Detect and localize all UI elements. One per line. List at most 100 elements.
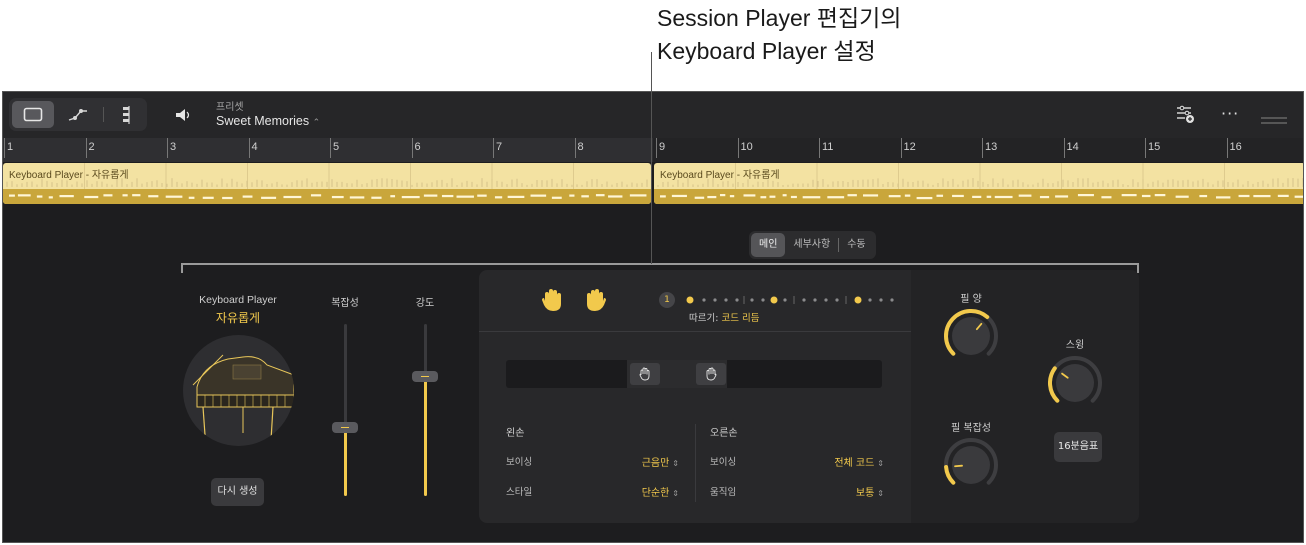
tab-manual[interactable]: 수동 [839, 233, 873, 257]
ruler-bar-number: 5 [333, 141, 340, 153]
left-voicing-label: 보이싱 [506, 457, 533, 468]
complexity-slider-fill [344, 427, 347, 496]
fill-swing-panel: 필 양 스윙 16분음표 필 복잡성 [911, 270, 1139, 523]
right-hand-toggle[interactable] [585, 287, 607, 317]
ruler-bar-tick [248, 138, 250, 158]
complexity-label: 복잡성 [331, 298, 359, 309]
hands-divider [695, 424, 696, 502]
chevron-updown-icon: ⇕ [672, 459, 679, 468]
pattern-steps[interactable] [684, 294, 899, 306]
ruler-bar-tick [819, 138, 820, 158]
swing-resolution-button[interactable]: 16분음표 [1054, 432, 1102, 462]
preset-name: Sweet Memories [216, 114, 310, 128]
ruler-bar-number: 9 [659, 141, 666, 153]
fill-amount-label: 필 양 [960, 294, 982, 305]
fill-complexity-label: 필 복잡성 [951, 423, 991, 434]
fill-complexity-knob[interactable] [942, 436, 1000, 494]
keyboard-split-bar[interactable] [506, 360, 882, 388]
callout-line-1: Session Player 편집기의 [657, 5, 902, 31]
tab-details[interactable]: 세부사항 [785, 233, 838, 257]
right-hand-split-handle[interactable] [696, 363, 726, 385]
callout-line-2: Keyboard Player 설정 [657, 38, 876, 64]
preset-selector[interactable]: Sweet Memories ⌃ [216, 114, 320, 128]
ruler-bar-number: 1 [7, 141, 14, 153]
left-hand-split-handle[interactable] [630, 363, 660, 385]
tab-main[interactable]: 메인 [751, 233, 786, 257]
preset-label: 프리셋 [216, 102, 244, 113]
piano-image[interactable] [183, 335, 294, 446]
ruler-bar-number: 16 [1229, 141, 1242, 153]
chevron-updown-icon: ⇕ [672, 489, 679, 498]
ruler-bar-number: 14 [1066, 141, 1079, 153]
region-title: Keyboard Player - 자유롭게 [660, 170, 780, 181]
ruler-bar-number: 10 [740, 141, 753, 153]
left-hand-toggle[interactable] [541, 287, 563, 317]
pattern-step-number[interactable]: 1 [659, 292, 675, 308]
follow-setting[interactable]: 따르기: 코드 리듬 [689, 310, 759, 324]
more-icon: ··· [1221, 104, 1240, 123]
fill-amount-knob[interactable] [942, 307, 1000, 365]
right-hand-outline-icon [706, 367, 717, 381]
speaker-icon [176, 109, 190, 121]
ruler-bar-number: 12 [903, 141, 916, 153]
ruler-bar-number: 6 [414, 141, 421, 153]
speaker-button[interactable] [173, 106, 191, 128]
chevron-updown-icon: ⌃ [312, 117, 321, 127]
automation-button[interactable] [57, 101, 99, 128]
ruler-cycle-highlight [3, 138, 653, 162]
keyboard-region-2[interactable]: Keyboard Player - 자유롭게 [654, 163, 1303, 204]
ruler-bar-tick [4, 138, 5, 158]
left-hand-heading: 왼손 [506, 428, 525, 439]
intensity-slider-thumb[interactable] [412, 370, 438, 382]
ruler-bar-tick [411, 138, 413, 158]
ruler-bar-number: 13 [985, 141, 998, 153]
complexity-slider-thumb[interactable] [332, 422, 358, 434]
automation-icon [68, 108, 87, 121]
callout-caption: Session Player 편집기의 Keyboard Player 설정 [657, 2, 901, 68]
right-movement-label: 움직임 [710, 487, 737, 498]
left-hand-outline-icon [639, 367, 650, 381]
intensity-slider-fill [424, 375, 427, 496]
left-style-label: 스타일 [506, 487, 533, 498]
view-mode-segment [9, 98, 147, 131]
pattern-header: 1 따르기: 코드 리듬 [479, 270, 911, 332]
grand-piano-icon [192, 354, 294, 441]
region-view-button[interactable] [12, 101, 54, 128]
right-hand-icon [587, 289, 606, 311]
ruler-bar-tick [656, 138, 657, 158]
follow-label: 따르기: [689, 313, 719, 324]
hands-panel: 1 따르기: 코드 리듬 왼손 보이싱 근음만 ⇕ 스타일 단순한 ⇕ 오른손 … [479, 270, 911, 523]
more-button[interactable]: ··· [1221, 104, 1239, 123]
ruler-bar-tick [493, 138, 494, 158]
right-voicing-select[interactable]: 전체 코드 ⇕ [789, 454, 884, 469]
player-style[interactable]: 자유롭게 [173, 309, 303, 326]
filter-settings-button[interactable] [1175, 104, 1197, 128]
session-player-editor: 프리셋 Sweet Memories ⌃ ··· 1 2 3 4 5 6 7 8 9 10 11 12… [2, 91, 1304, 543]
toolbar: 프리셋 Sweet Memories ⌃ ··· [3, 92, 1303, 138]
right-movement-select[interactable]: 보통 ⇕ [789, 484, 884, 499]
region-view-icon [23, 107, 43, 122]
editor-tabs: 메인 세부사항 수동 [749, 231, 876, 259]
keyboard-region-1[interactable]: Keyboard Player - 자유롭게 [3, 163, 651, 204]
swing-knob[interactable] [1046, 354, 1104, 412]
chevron-updown-icon: ⇕ [877, 489, 884, 498]
intensity-label: 강도 [415, 298, 435, 309]
right-hand-heading: 오른손 [710, 428, 738, 439]
ruler-bar-tick [1226, 138, 1228, 158]
chevron-updown-icon: ⇕ [877, 459, 884, 468]
ruler-bar-tick [900, 138, 902, 158]
score-button[interactable] [105, 101, 147, 128]
window-grip[interactable] [1261, 110, 1287, 129]
left-voicing-select[interactable]: 근음만 ⇕ [599, 454, 679, 469]
ruler-bar-number: 15 [1148, 141, 1161, 153]
right-voicing-value: 전체 코드 [834, 458, 875, 469]
timeline-ruler[interactable]: 1 2 3 4 5 6 7 8 9 10 11 12 13 14 15 16 [3, 138, 1303, 162]
ruler-bar-tick [737, 138, 739, 158]
player-title: Keyboard Player [199, 294, 277, 306]
swing-label: 스윙 [1065, 340, 1085, 351]
left-style-select[interactable]: 단순한 ⇕ [599, 484, 679, 499]
ruler-bar-number: 4 [251, 141, 258, 153]
ruler-bar-tick [1145, 138, 1146, 158]
regenerate-button[interactable]: 다시 생성 [211, 478, 264, 506]
ruler-bar-number: 3 [170, 141, 177, 153]
